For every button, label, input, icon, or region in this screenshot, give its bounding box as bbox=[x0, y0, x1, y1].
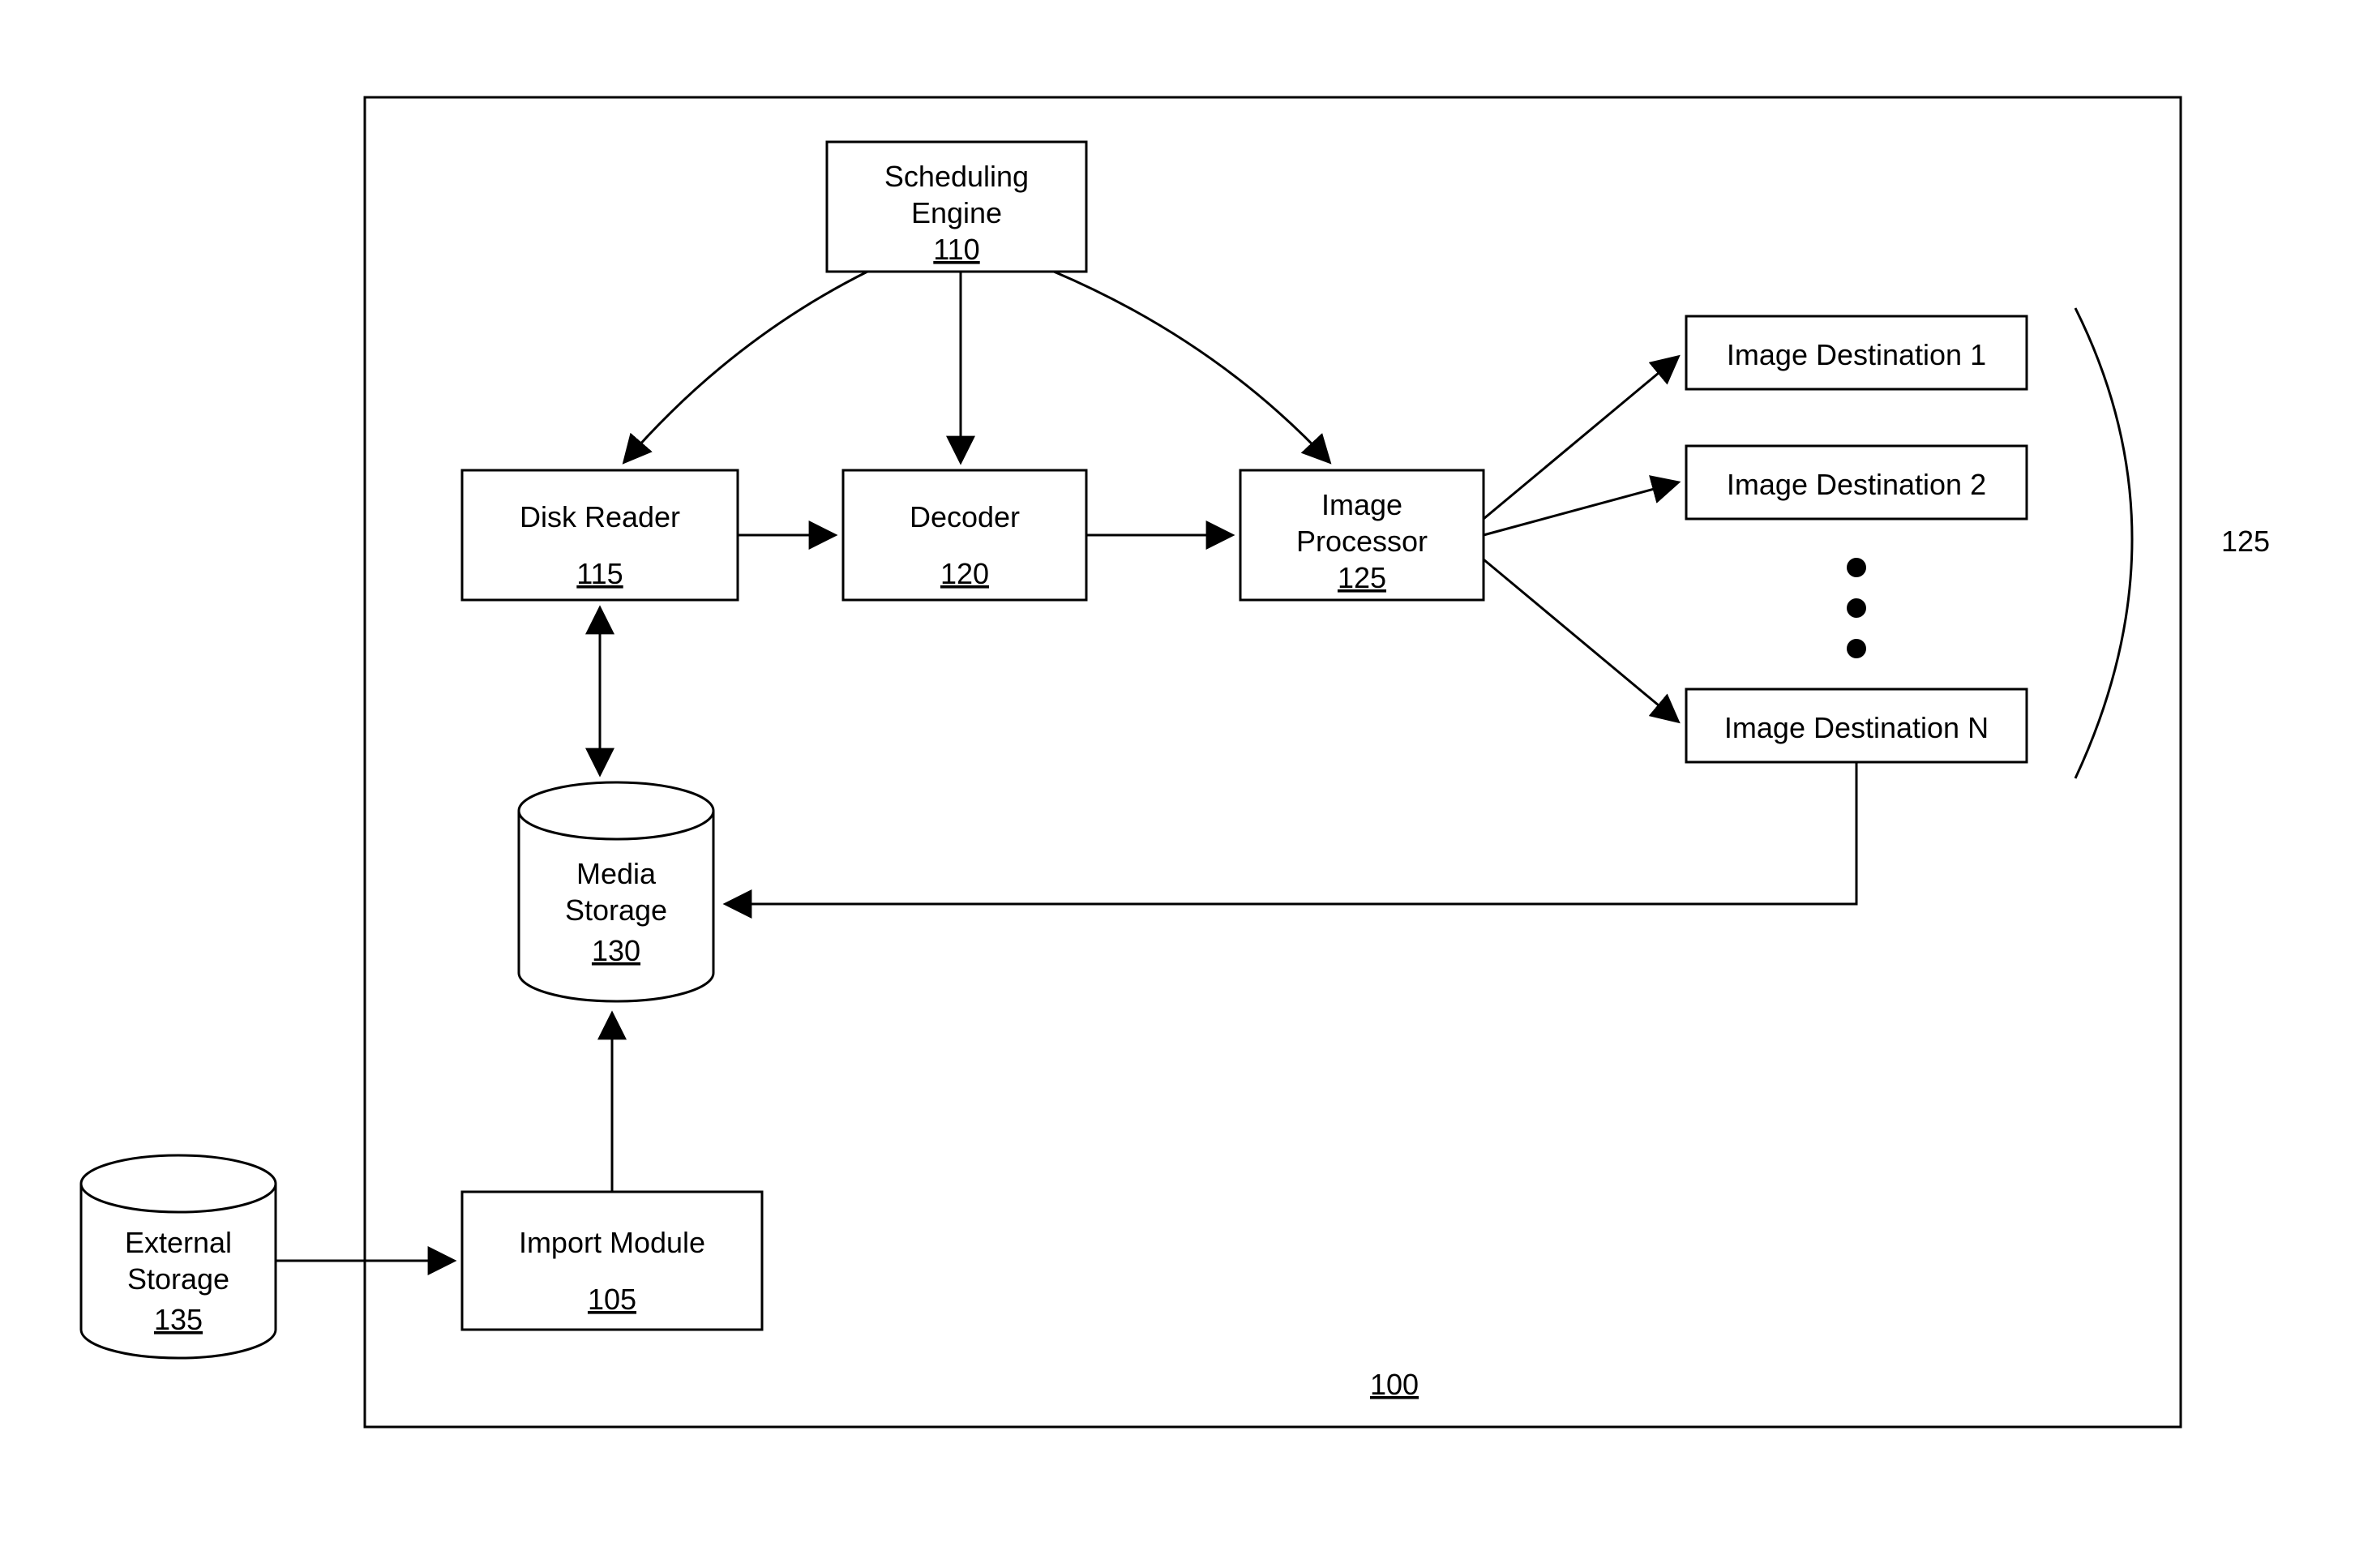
import-module-label: Import Module bbox=[519, 1226, 705, 1259]
scheduling-engine-label2: Engine bbox=[911, 196, 1002, 229]
image-processor-ref: 125 bbox=[1338, 561, 1386, 594]
scheduling-engine-block: Scheduling Engine 110 bbox=[827, 142, 1086, 272]
image-destination-1-label: Image Destination 1 bbox=[1727, 338, 1986, 371]
scheduling-engine-label: Scheduling bbox=[884, 160, 1029, 193]
image-destination-n-block: Image Destination N bbox=[1686, 689, 2027, 762]
disk-reader-label: Disk Reader bbox=[520, 500, 680, 533]
image-processor-label: Image bbox=[1321, 488, 1402, 521]
external-storage-label: External bbox=[125, 1226, 232, 1259]
media-storage-cylinder: Media Storage 130 bbox=[519, 782, 713, 1001]
import-module-block: Import Module 105 bbox=[462, 1192, 762, 1330]
disk-reader-block: Disk Reader 115 bbox=[462, 470, 738, 600]
image-destination-1-block: Image Destination 1 bbox=[1686, 316, 2027, 389]
diagram-canvas: 100 Scheduling Engine 110 Disk Reader 11… bbox=[0, 0, 2355, 1568]
system-ref: 100 bbox=[1370, 1368, 1419, 1401]
ellipsis-dot-icon bbox=[1847, 558, 1866, 577]
external-storage-ref: 135 bbox=[154, 1303, 203, 1336]
image-destination-2-block: Image Destination 2 bbox=[1686, 446, 2027, 519]
image-processor-block: Image Processor 125 bbox=[1240, 470, 1484, 600]
decoder-ref: 120 bbox=[940, 557, 989, 590]
import-module-ref: 105 bbox=[588, 1283, 636, 1316]
decoder-label: Decoder bbox=[910, 500, 1020, 533]
media-storage-label2: Storage bbox=[565, 893, 667, 927]
image-processor-label2: Processor bbox=[1296, 525, 1428, 558]
media-storage-ref: 130 bbox=[592, 934, 640, 967]
external-storage-label2: Storage bbox=[127, 1262, 229, 1296]
ellipsis-dot-icon bbox=[1847, 598, 1866, 618]
scheduling-engine-ref: 110 bbox=[933, 233, 979, 266]
image-destination-2-label: Image Destination 2 bbox=[1727, 468, 1986, 501]
destination-group-ref: 125 bbox=[2221, 525, 2270, 558]
disk-reader-ref: 115 bbox=[576, 557, 623, 590]
external-storage-cylinder: External Storage 135 bbox=[81, 1155, 276, 1358]
media-storage-label: Media bbox=[576, 857, 657, 890]
ellipsis-dot-icon bbox=[1847, 639, 1866, 658]
decoder-block: Decoder 120 bbox=[843, 470, 1086, 600]
image-destination-n-label: Image Destination N bbox=[1724, 711, 1989, 744]
